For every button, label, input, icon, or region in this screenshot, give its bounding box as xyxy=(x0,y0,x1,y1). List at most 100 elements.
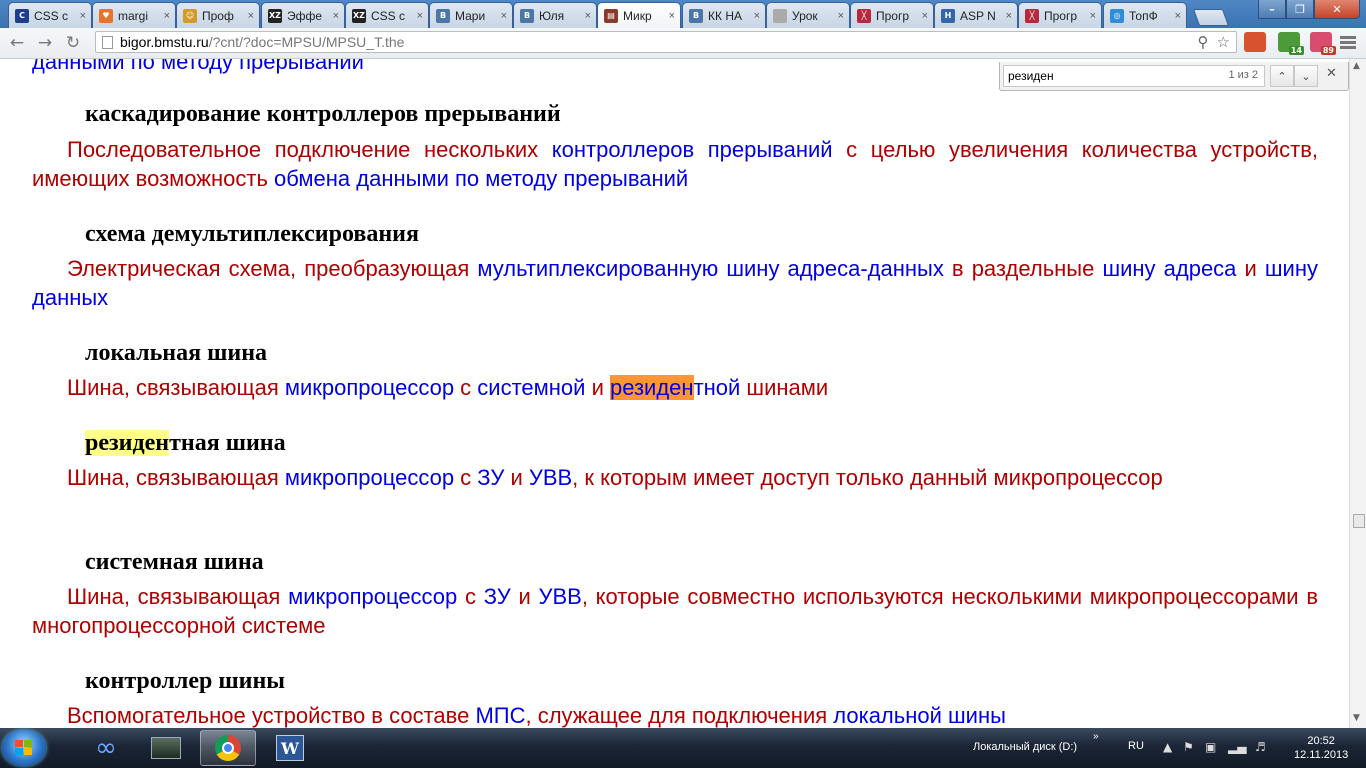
glossary-link[interactable]: микропроцессор xyxy=(285,375,454,400)
scroll-down-icon[interactable]: ▼ xyxy=(1353,713,1360,723)
tab-label: Прогр xyxy=(1044,8,1078,23)
scroll-up-icon[interactable]: ▲ xyxy=(1353,61,1360,71)
browser-tab[interactable]: ╳ Прогр × xyxy=(1018,2,1102,28)
browser-tab[interactable]: ☺ Проф × xyxy=(176,2,260,28)
tab-close-icon[interactable]: × xyxy=(1006,10,1012,22)
find-next-button[interactable]: ⌄ xyxy=(1294,65,1318,87)
close-window-button[interactable]: ✕ xyxy=(1314,0,1360,19)
glossary-link[interactable]: микропроцессор xyxy=(285,465,454,490)
chevron-expand-icon[interactable]: » xyxy=(1093,731,1099,742)
tab-close-icon[interactable]: × xyxy=(922,10,928,22)
browser-tab[interactable]: Урок × xyxy=(766,2,850,28)
browser-tab[interactable]: H ASP N × xyxy=(934,2,1018,28)
bag-icon[interactable] xyxy=(1244,32,1266,52)
definition-text: Шина, связывающая xyxy=(67,465,285,490)
glossary-link[interactable]: контроллеров прерываний xyxy=(552,137,833,162)
browser-tab[interactable]: ♥ margi × xyxy=(92,2,176,28)
tab-close-icon[interactable]: × xyxy=(164,10,170,22)
word-taskbar-button[interactable]: W xyxy=(262,730,318,766)
glossary-link[interactable]: УВВ xyxy=(539,584,582,609)
back-arrow-icon[interactable]: ← xyxy=(6,32,28,54)
browser-tab[interactable]: B Мари × xyxy=(429,2,513,28)
forward-arrow-icon[interactable]: → xyxy=(34,32,56,54)
omnibox-icons: ⚲ ☆ xyxy=(1198,33,1230,51)
windows-logo-icon xyxy=(15,740,33,756)
glossary-link[interactable]: ЗУ xyxy=(484,584,511,609)
glossary-link[interactable]: УВВ xyxy=(529,465,572,490)
definition-text: Шина, связывающая xyxy=(67,584,289,609)
browser-tab[interactable]: XZ CSS c × xyxy=(345,2,429,28)
chrome-taskbar-button[interactable] xyxy=(200,730,256,766)
glossary-link[interactable]: микропроцессор xyxy=(288,584,457,609)
action-center-flag-icon[interactable]: ⚑ xyxy=(1183,740,1197,754)
tab-close-icon[interactable]: × xyxy=(1175,10,1181,22)
css-site-icon: C xyxy=(15,8,29,23)
tab-close-icon[interactable]: × xyxy=(669,10,675,22)
tab-close-icon[interactable]: × xyxy=(838,10,844,22)
tab-close-icon[interactable]: × xyxy=(1090,10,1096,22)
zoom-icon[interactable]: ⚲ xyxy=(1198,33,1209,51)
tab-label: ТопФ xyxy=(1129,8,1158,23)
browser-tab[interactable]: B Юля × xyxy=(513,2,597,28)
tab-label: Мари xyxy=(455,8,486,23)
minimize-button[interactable]: – xyxy=(1258,0,1286,19)
network-signal-icon[interactable]: ▂▄ xyxy=(1228,740,1246,754)
show-hidden-icons-icon[interactable]: ▲ xyxy=(1163,740,1177,754)
definition-text: и xyxy=(585,375,610,400)
definition-text: в раздельные xyxy=(943,256,1103,281)
find-match-count: 1 из 2 xyxy=(1228,69,1258,81)
bars-extension-icon[interactable]: 14 xyxy=(1278,32,1304,55)
find-input[interactable]: резиден 1 из 2 xyxy=(1003,65,1265,87)
start-button[interactable] xyxy=(2,730,46,766)
tab-close-icon[interactable]: × xyxy=(80,10,86,22)
tab-close-icon[interactable]: × xyxy=(248,10,254,22)
tab-close-icon[interactable]: × xyxy=(585,10,591,22)
glossary-link[interactable]: системной xyxy=(477,375,585,400)
browser-tab[interactable]: ◎ ТопФ × xyxy=(1103,2,1187,28)
tab-close-icon[interactable]: × xyxy=(754,10,760,22)
volume-icon[interactable]: ♬ xyxy=(1255,740,1269,754)
tab-label: Микр xyxy=(623,8,652,23)
find-close-icon[interactable]: ✕ xyxy=(1326,66,1337,81)
browser-tab[interactable]: B КК НА × xyxy=(682,2,766,28)
tab-close-icon[interactable]: × xyxy=(417,10,423,22)
reload-icon[interactable]: ↻ xyxy=(62,32,84,54)
definition-text: , служащее для подключения xyxy=(525,703,834,728)
glossary-link[interactable]: обмена данными по методу прерываний xyxy=(274,166,688,191)
menu-icon[interactable] xyxy=(1340,36,1356,51)
glossary-link[interactable]: шину адреса xyxy=(1102,256,1236,281)
url-text: bigor.bmstu.ru/?cnt/?doc=MPSU/MPSU_T.the xyxy=(120,34,404,50)
glossary-link[interactable]: МПС xyxy=(475,703,525,728)
definition-text: и xyxy=(1236,256,1265,281)
page-content: данными по методу прерываний каскадирова… xyxy=(0,59,1349,728)
vk-icon: B xyxy=(520,8,534,23)
address-bar[interactable]: bigor.bmstu.ru/?cnt/?doc=MPSU/MPSU_T.the… xyxy=(95,31,1237,53)
language-indicator[interactable]: RU xyxy=(1128,740,1144,752)
definition-text: Вспомогательное устройство в составе xyxy=(67,703,476,728)
maximize-button[interactable]: ❐ xyxy=(1286,0,1314,19)
printer-app-icon[interactable] xyxy=(138,730,194,766)
bookmark-star-icon[interactable]: ☆ xyxy=(1217,33,1230,51)
find-bar: резиден 1 из 2 ⌃ ⌄ ✕ xyxy=(999,62,1349,91)
tab-label: CSS c xyxy=(371,8,406,23)
find-previous-button[interactable]: ⌃ xyxy=(1270,65,1294,87)
browser-tab[interactable]: ╳ Прогр × xyxy=(850,2,934,28)
browser-tab[interactable]: XZ Эффе × xyxy=(261,2,345,28)
tab-close-icon[interactable]: × xyxy=(333,10,339,22)
gift-extension-icon[interactable]: 89 xyxy=(1310,32,1336,55)
glossary-link[interactable]: ЗУ xyxy=(477,465,504,490)
find-current-match[interactable]: резиден xyxy=(609,375,694,400)
tab-close-icon[interactable]: × xyxy=(501,10,507,22)
device-icon[interactable]: ▣ xyxy=(1205,740,1219,754)
glossary-link[interactable]: мультиплексированную шину адреса-данных xyxy=(477,256,943,281)
infinity-app-icon[interactable]: ∞ xyxy=(78,730,134,766)
drive-label[interactable]: Локальный диск (D:) xyxy=(973,741,1077,753)
vertical-scrollbar[interactable]: ▲ ▼ xyxy=(1349,59,1366,728)
new-tab-button[interactable] xyxy=(1192,9,1230,26)
clock[interactable]: 20:52 12.11.2013 xyxy=(1294,734,1348,762)
browser-tab[interactable]: ▤ Микр × xyxy=(597,2,681,28)
scroll-thumb[interactable] xyxy=(1353,514,1365,528)
glossary-link[interactable]: локальной шины xyxy=(833,703,1006,728)
glossary-link[interactable]: тной xyxy=(694,375,741,400)
browser-tab[interactable]: C CSS c × xyxy=(8,2,92,28)
